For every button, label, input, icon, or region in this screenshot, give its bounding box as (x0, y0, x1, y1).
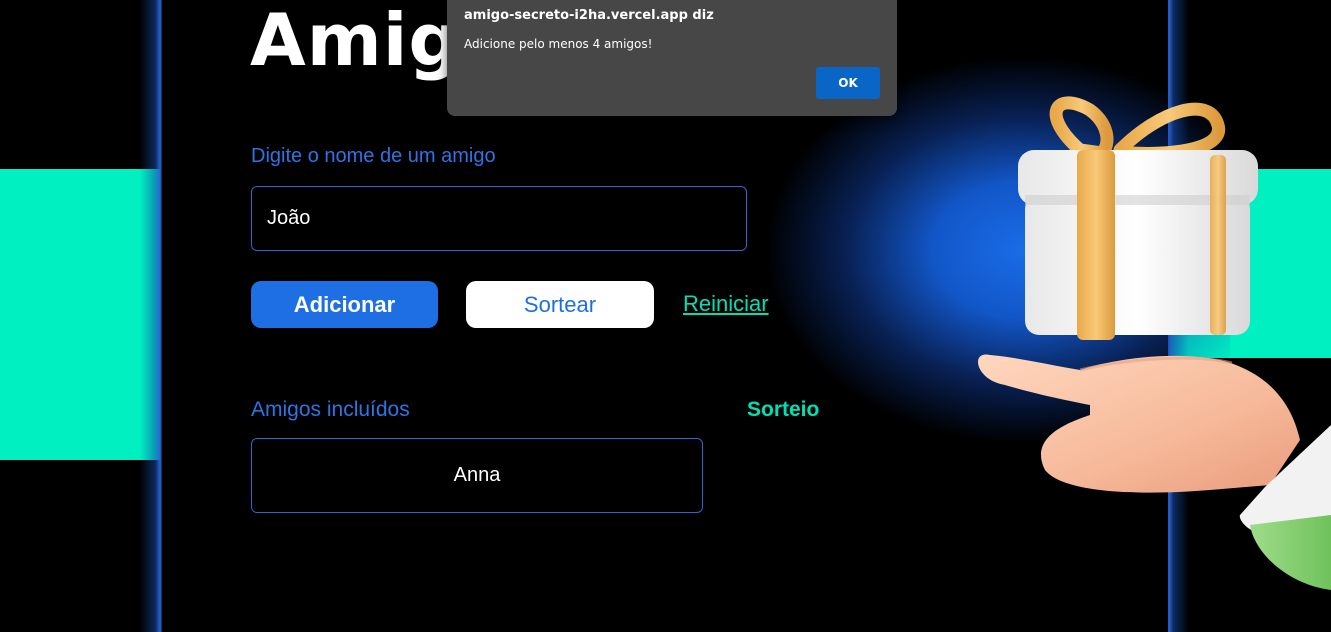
friends-list: Anna (251, 438, 703, 513)
alert-ok-button[interactable]: OK (816, 67, 880, 99)
decorative-band-left (0, 169, 160, 460)
page: Amigo Digite o nome de um amigo Adiciona… (0, 0, 1331, 632)
draw-button[interactable]: Sortear (466, 281, 654, 328)
name-input-label: Digite o nome de um amigo (251, 145, 496, 167)
reset-link[interactable]: Reiniciar (683, 291, 769, 317)
draw-result-heading: Sorteio (747, 398, 820, 421)
gift-hand-icon (978, 96, 1331, 590)
panel-glow-left (140, 0, 162, 632)
friends-heading: Amigos incluídos (251, 398, 410, 421)
alert-title: amigo-secreto-i2ha.vercel.app diz (464, 8, 714, 23)
alert-message: Adicione pelo menos 4 amigos! (464, 37, 653, 51)
alert-dialog: amigo-secreto-i2ha.vercel.app diz Adicio… (447, 0, 897, 116)
add-button[interactable]: Adicionar (251, 281, 438, 328)
list-item: Anna (453, 464, 501, 486)
friend-name-input[interactable] (251, 186, 747, 251)
